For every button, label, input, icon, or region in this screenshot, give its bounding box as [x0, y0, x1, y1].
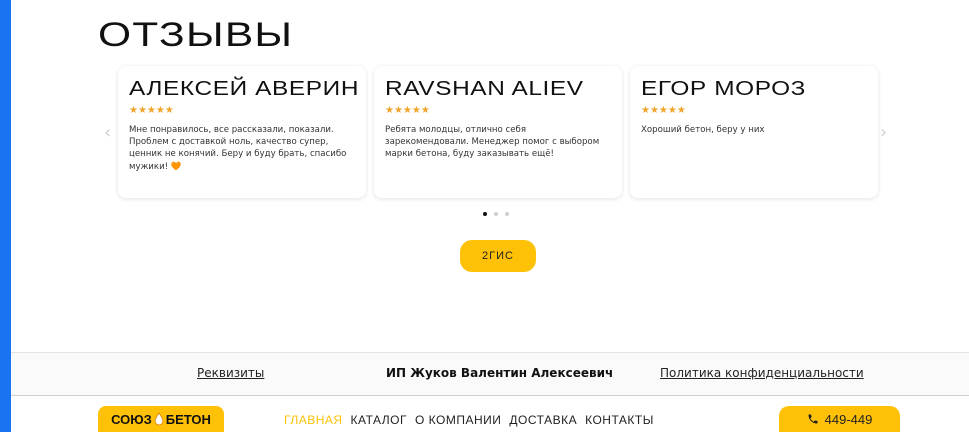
review-card: ЕГОР МОРОЗ ★★★★★ Хороший бетон, беру у н…: [630, 66, 878, 198]
reviews-title: ОТЗЫВЫ: [98, 16, 294, 54]
reviewer-name: RAVSHAN ALIEV: [385, 78, 584, 100]
logo-text-left: СОЮЗ: [111, 411, 152, 427]
nav-item-contacts[interactable]: КОНТАКТЫ: [585, 413, 654, 427]
requisites-link[interactable]: Реквизиты: [197, 366, 264, 380]
rating-stars-icon: ★★★★★: [129, 105, 174, 116]
rating-stars-icon: ★★★★★: [385, 105, 430, 116]
pagination-dot[interactable]: [483, 212, 487, 216]
carousel-pagination: [483, 212, 509, 216]
page: ОТЗЫВЫ ‹ › АЛЕКСЕЙ АВЕРИН ★★★★★ Мне понр…: [0, 0, 969, 432]
pagination-dot[interactable]: [505, 212, 509, 216]
logo-text-right: БЕТОН: [165, 411, 211, 427]
pagination-dot[interactable]: [494, 212, 498, 216]
reviewer-name: ЕГОР МОРОЗ: [641, 78, 807, 100]
logo[interactable]: СОЮЗ БЕТОН: [98, 406, 224, 432]
review-card: RAVSHAN ALIEV ★★★★★ Ребята молодцы, отли…: [374, 66, 622, 198]
phone-number: 449-449: [824, 411, 873, 427]
carousel-prev-icon[interactable]: ‹: [104, 122, 111, 143]
nav-item-catalog[interactable]: КАТАЛОГ: [351, 413, 407, 427]
review-text: Ребята молодцы, отлично себя зарекомендо…: [385, 125, 600, 160]
side-strip: [0, 0, 11, 432]
nav-item-delivery[interactable]: ДОСТАВКА: [509, 413, 577, 427]
main-nav: ГЛАВНАЯ КАТАЛОГ О КОМПАНИИ ДОСТАВКА КОНТ…: [284, 413, 654, 427]
nav-item-home[interactable]: ГЛАВНАЯ: [284, 413, 343, 427]
gis-reviews-button[interactable]: 2ГИС: [460, 240, 536, 272]
rating-stars-icon: ★★★★★: [641, 105, 686, 116]
carousel-next-icon[interactable]: ›: [880, 122, 887, 143]
review-card: АЛЕКСЕЙ АВЕРИН ★★★★★ Мне понравилось, вс…: [118, 66, 366, 198]
review-text: Хороший бетон, беру у них: [641, 125, 765, 135]
drop-icon: [154, 412, 164, 426]
phone-button[interactable]: 449-449: [779, 406, 900, 432]
privacy-policy-link[interactable]: Политика конфиденциальности: [660, 366, 864, 380]
owner-name: ИП Жуков Валентин Алексеевич: [386, 366, 614, 380]
phone-icon: [808, 414, 818, 424]
review-text: Мне понравилось, все рассказали, показал…: [129, 125, 347, 172]
reviewer-name: АЛЕКСЕЙ АВЕРИН: [129, 78, 360, 100]
nav-item-about[interactable]: О КОМПАНИИ: [415, 413, 501, 427]
